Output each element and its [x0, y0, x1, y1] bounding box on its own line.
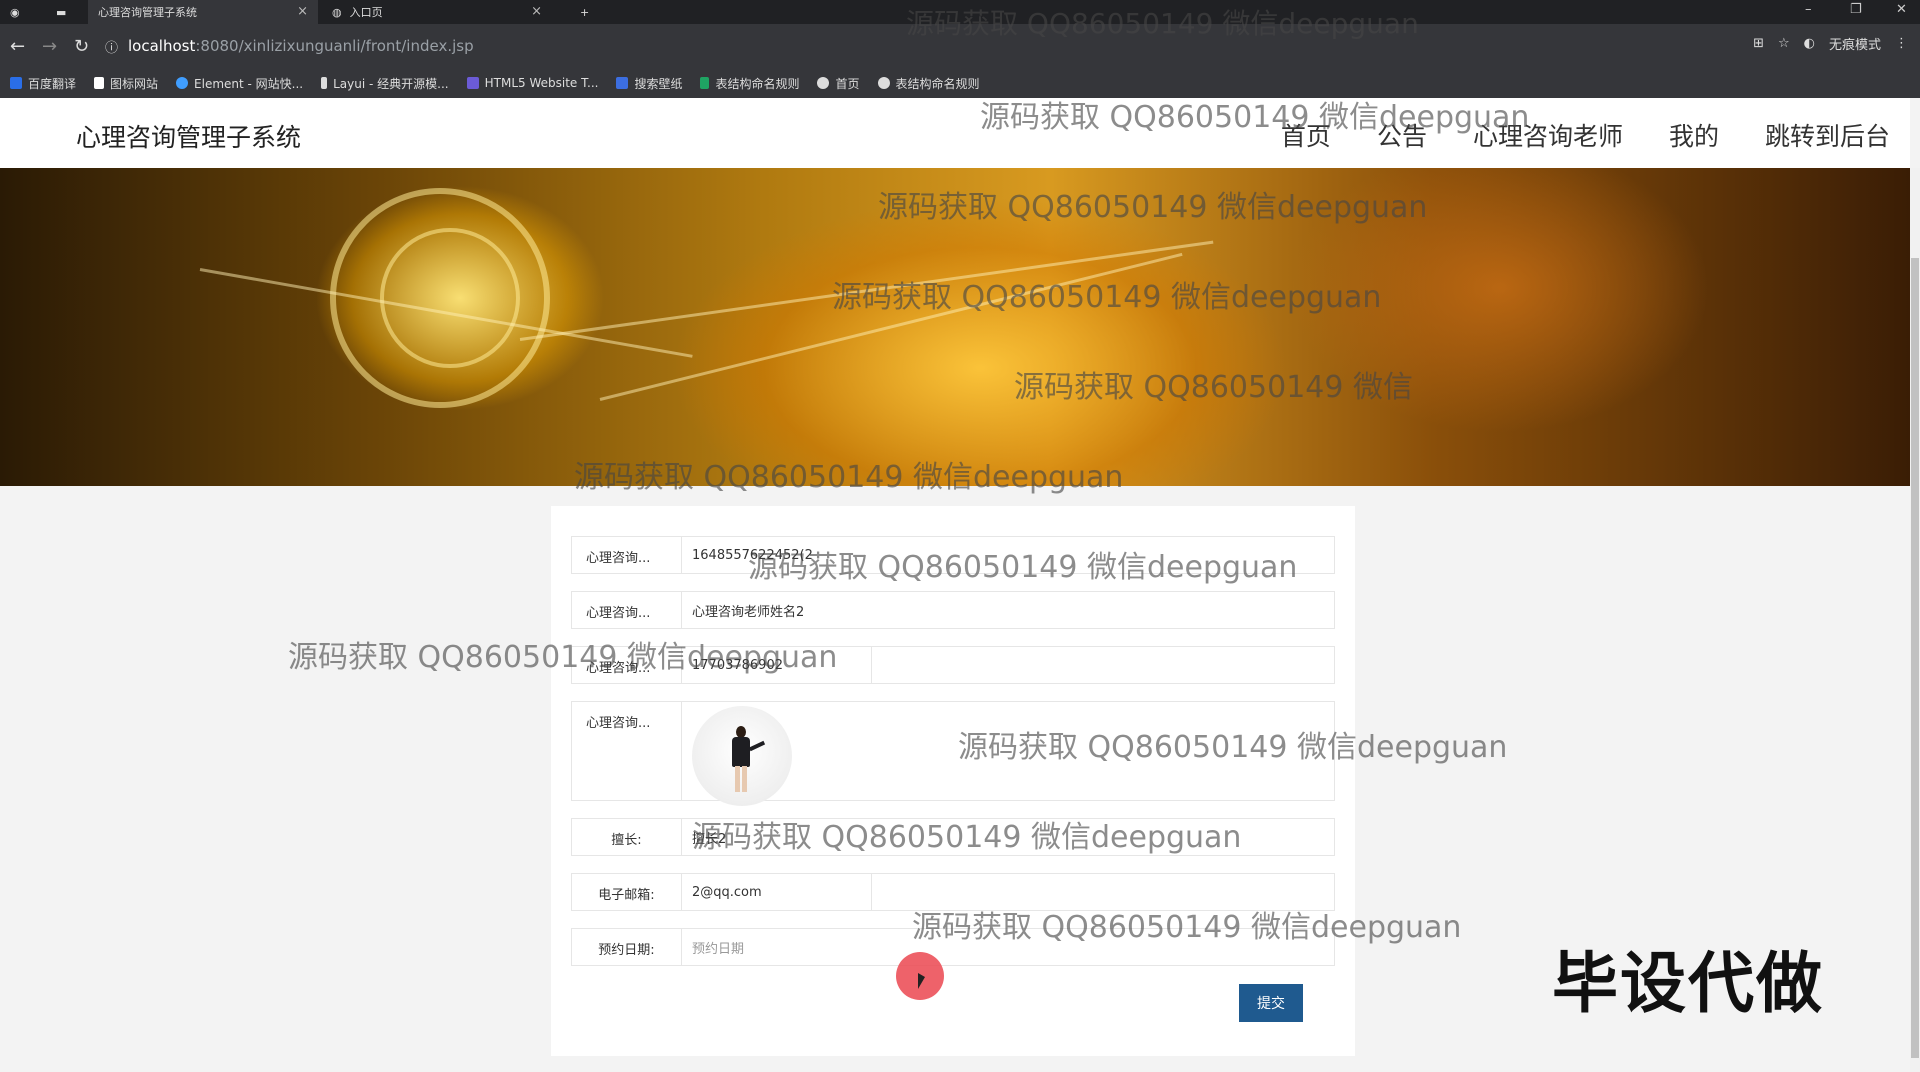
photo-cell [682, 702, 1334, 806]
mouse-cursor-icon [918, 973, 925, 989]
bookmark-label: Layui - 经典开源模... [333, 76, 449, 91]
bookmark-star-icon[interactable]: ☆ [1778, 36, 1790, 51]
site-title: 心理咨询管理子系统 [76, 123, 302, 152]
globe-icon: ◍ [332, 5, 342, 19]
bookmark-item[interactable]: 百度翻译 [10, 75, 76, 92]
back-icon[interactable]: ← [10, 36, 25, 57]
bookmark-item[interactable]: Element - 网站快... [176, 75, 303, 92]
banner-ring [380, 228, 520, 368]
tab-strip-icon[interactable]: ▬ [46, 0, 76, 24]
flag-icon [94, 77, 105, 89]
layui-icon [321, 77, 328, 89]
more-menu-icon[interactable]: ⋮ [1895, 36, 1908, 51]
baidu-translate-icon [10, 77, 22, 89]
bookmark-label: Element - 网站快... [194, 76, 304, 91]
field-label: 电子邮箱: [572, 874, 682, 910]
html5-icon [466, 77, 479, 89]
address-bar: ← → ↻ ⓘ localhost :8080/xinlizixunguanli… [0, 24, 1920, 68]
tab-title: 入口页 [349, 6, 383, 19]
bookmark-item[interactable]: 表结构命名规则 [877, 75, 980, 92]
wallpaper-icon [616, 77, 629, 89]
form-row-counselor-photo: 心理咨询... [571, 701, 1335, 806]
counselor-phone-field[interactable]: 17703786902 [682, 647, 872, 683]
bookmark-label: HTML5 Website T... [484, 76, 599, 90]
reload-icon[interactable]: ↻ [74, 36, 89, 57]
counselor-name-field[interactable]: 心理咨询老师姓名2 [682, 592, 1334, 628]
bookmark-item[interactable]: 表结构命名规则 [700, 75, 799, 92]
bookmark-item[interactable]: Layui - 经典开源模... [321, 75, 449, 92]
form-row-appointment-date: 预约日期: 预约日期 [571, 928, 1335, 966]
photo-figure-legs [735, 766, 747, 792]
field-label: 心理咨询... [572, 537, 682, 573]
form-row-counselor-id: 心理咨询... 1648557622452(2 [571, 536, 1335, 574]
form-row-counselor-name: 心理咨询... 心理咨询老师姓名2 [571, 591, 1335, 629]
new-tab-icon[interactable]: + [570, 0, 599, 24]
url-path: :8080/xinlizixunguanli/front/index.jsp [195, 37, 474, 55]
close-tab-icon[interactable]: × [297, 4, 308, 19]
hero-banner [0, 168, 1910, 486]
scrollbar-thumb[interactable] [1911, 258, 1919, 1058]
counselor-id-field[interactable]: 1648557622452(2 [682, 537, 1334, 573]
main-nav: 首页 公告 心理咨询老师 我的 跳转到后台 [1281, 117, 1890, 153]
banner-streak [519, 240, 1214, 341]
tab-entry-page[interactable]: ◍ 入口页 × [322, 0, 552, 24]
incognito-label: 无痕模式 [1828, 38, 1881, 53]
page-scrollbar[interactable] [1910, 168, 1920, 1072]
bookmark-item[interactable]: 首页 [817, 75, 860, 92]
bookmark-label: 百度翻译 [28, 76, 77, 91]
submit-button[interactable]: 提交 [1239, 984, 1303, 1022]
bookmark-label: 表结构命名规则 [895, 76, 980, 91]
browser-menu-icon[interactable]: ◉ [0, 0, 36, 24]
appointment-form: 心理咨询... 1648557622452(2 心理咨询... 心理咨询老师姓名… [551, 506, 1355, 1056]
incognito-icon[interactable]: ◐ [1804, 36, 1815, 51]
site-header: 心理咨询管理子系统 首页 公告 心理咨询老师 我的 跳转到后台 [0, 98, 1910, 168]
appointment-date-input[interactable]: 预约日期 [682, 929, 1334, 965]
field-label: 心理咨询... [572, 592, 682, 628]
globe-icon [877, 77, 890, 89]
form-row-counselor-phone: 心理咨询... 17703786902 [571, 646, 1335, 684]
url-host: localhost [128, 37, 196, 55]
counselor-photo [692, 706, 792, 806]
close-tab-icon[interactable]: × [531, 4, 542, 19]
info-icon: ⓘ [105, 40, 119, 56]
specialty-field[interactable]: 擅长2 [682, 819, 1334, 855]
corner-stamp: 毕设代做 [1552, 945, 1824, 1022]
photo-figure-body [732, 737, 750, 767]
bookmark-item[interactable]: 搜索壁纸 [616, 75, 682, 92]
form-row-specialty: 擅长: 擅长2 [571, 818, 1335, 856]
tab-title: 心理咨询管理子系统 [98, 6, 197, 19]
restore-icon[interactable]: ❐ [1850, 2, 1862, 17]
browser-tab-bar: ◉ ▬ 心理咨询管理子系统 × ◍ 入口页 × + – ❐ ✕ [0, 0, 1920, 24]
nav-mine[interactable]: 我的 [1669, 117, 1719, 153]
form-row-email: 电子邮箱: 2@qq.com [571, 873, 1335, 911]
bookmark-label: 搜索壁纸 [634, 76, 683, 91]
element-icon [176, 77, 189, 89]
bookmark-label: 表结构命名规则 [715, 76, 800, 91]
nav-counselors[interactable]: 心理咨询老师 [1473, 117, 1623, 153]
translate-icon[interactable]: ⊞ [1753, 36, 1764, 51]
field-label: 预约日期: [572, 929, 682, 965]
email-field[interactable]: 2@qq.com [682, 874, 872, 910]
banner-streak [599, 252, 1183, 401]
nav-announcements[interactable]: 公告 [1377, 117, 1427, 153]
field-label: 心理咨询... [572, 647, 682, 683]
tab-admin-system[interactable]: 心理咨询管理子系统 × [88, 0, 318, 24]
nav-home[interactable]: 首页 [1281, 117, 1331, 153]
bookmark-item[interactable]: HTML5 Website T... [466, 76, 599, 90]
photo-figure-arm [748, 740, 766, 752]
field-label: 心理咨询... [572, 702, 682, 800]
minimize-icon[interactable]: – [1805, 2, 1812, 17]
url-field[interactable]: ⓘ localhost :8080/xinlizixunguanli/front… [105, 30, 1705, 62]
bookmark-label: 图标网站 [110, 76, 159, 91]
forward-icon[interactable]: → [42, 36, 57, 57]
field-label: 擅长: [572, 819, 682, 855]
bookmarks-bar: 百度翻译 图标网站 Element - 网站快... Layui - 经典开源模… [0, 68, 1920, 98]
bookmark-label: 首页 [835, 76, 860, 91]
nav-admin[interactable]: 跳转到后台 [1765, 117, 1890, 153]
window-close-icon[interactable]: ✕ [1896, 2, 1907, 17]
bookmark-item[interactable]: 图标网站 [94, 75, 158, 92]
globe-icon [817, 77, 830, 89]
sheet-icon [700, 77, 710, 89]
